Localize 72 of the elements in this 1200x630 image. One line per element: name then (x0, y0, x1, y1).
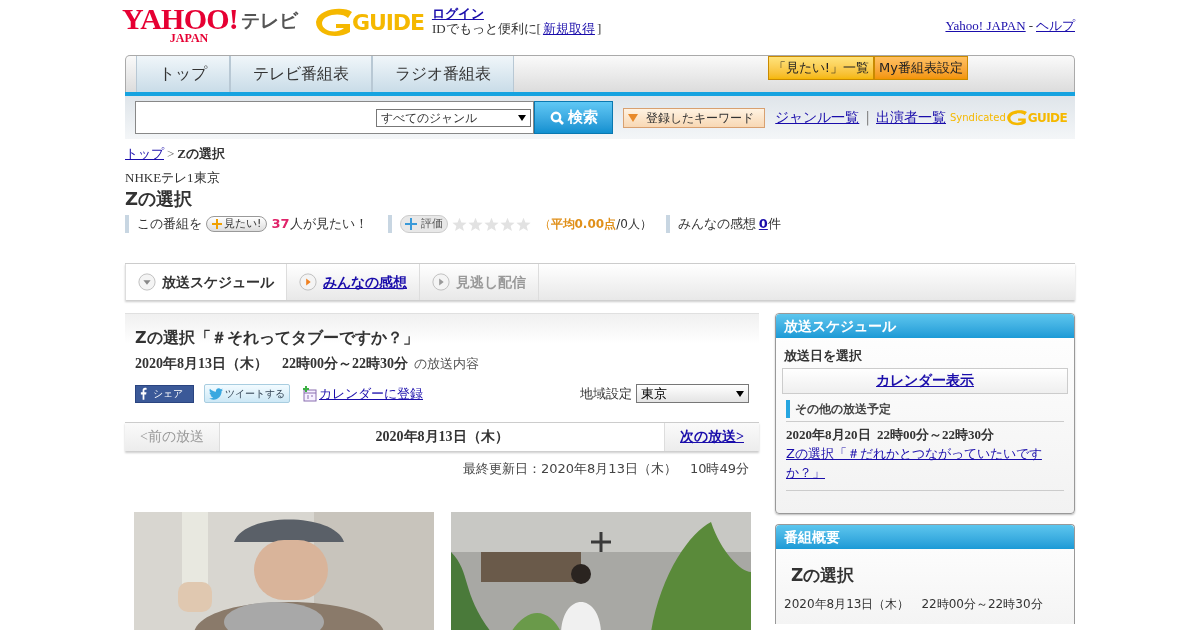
breadcrumb-link[interactable]: トップ (125, 144, 164, 164)
broadcast-datetime: 2020年8月20日 22時00分～22時30分 (786, 425, 995, 444)
nav-tab[interactable]: テレビ番組表 (230, 56, 372, 92)
logo-text: YAHOO! (121, 6, 239, 32)
channel-name: NHKEテレ1東京 (125, 168, 221, 187)
calendar-link[interactable]: カレンダーに登録 (319, 384, 423, 404)
dropdown-arrow-icon (628, 113, 639, 122)
content-tab[interactable]: 放送スケジュール (125, 264, 287, 300)
nav-tab[interactable]: トップ (136, 56, 230, 92)
pager-date: 2020年8月13日（木） (220, 422, 664, 451)
genre-select[interactable]: すべてのジャンル (376, 108, 532, 127)
other-broadcasts-label: その他の放送予定 (786, 399, 1064, 418)
panel-header: 番組概要 (776, 525, 1074, 549)
syndicated-text: Syndicated (950, 111, 1006, 125)
breadcrumb-current: Zの選択 (177, 145, 225, 163)
rating-count: /0人） (616, 216, 652, 233)
search-icon (549, 110, 564, 125)
summary-program-name: Zの選択 (790, 564, 856, 587)
select-date-label: 放送日を選択 (783, 347, 863, 365)
panel-header: 放送スケジュール (776, 314, 1074, 338)
guide-logo-text: GUIDE (1027, 109, 1067, 127)
calendar-icon (302, 385, 318, 402)
dropdown-arrow-icon (736, 390, 744, 397)
search-field[interactable]: すべてのジャンル (135, 101, 535, 134)
header-link[interactable]: ヘルプ (1036, 16, 1075, 36)
separator-text: - (1028, 17, 1033, 35)
nav-button[interactable]: My番組表設定 (874, 56, 968, 80)
login-note: IDでもっと便利に[ (431, 21, 541, 36)
summary-datetime: 2020年8月13日（木） 22時00分～22時30分 (783, 595, 1044, 613)
reviews-unit: 件 (767, 215, 781, 234)
datetime-suffix: の放送内容 (414, 354, 479, 373)
separator-text: | (865, 108, 870, 128)
want-button[interactable]: 見たい! (206, 216, 268, 232)
want-count: 37 (271, 215, 290, 234)
dropdown-arrow-icon (518, 114, 527, 121)
keyword-button[interactable]: 登録したキーワード (623, 107, 766, 128)
signup-link[interactable]: 新規取得 (542, 21, 595, 36)
guide-logo-text: GUIDE (352, 9, 424, 37)
rate-button[interactable]: 評価 (399, 215, 448, 233)
bracket-text: （ (538, 216, 551, 233)
header-link[interactable]: Yahoo! JAPAN (945, 16, 1026, 36)
play-icon (299, 273, 317, 291)
search-link[interactable]: ジャンル一覧 (775, 107, 860, 128)
tweet-button[interactable]: ツイートする (204, 384, 290, 404)
plus-icon (404, 218, 417, 230)
episode-title: Zの選択「＃それってタブーですか？」 (135, 327, 420, 349)
service-name: テレビ (241, 8, 298, 33)
share-button[interactable]: シェア (135, 384, 194, 403)
logo-subtext: JAPAN (169, 32, 209, 44)
region-select[interactable]: 東京 (636, 384, 749, 404)
nav-tab[interactable]: ラジオ番組表 (372, 56, 514, 92)
last-updated-text: 最終更新日：2020年8月13日（木） 10時49分 (463, 459, 749, 478)
next-link[interactable]: 次の放送> (664, 422, 759, 451)
bird-icon (209, 387, 223, 400)
breadcrumb-separator: > (167, 145, 175, 163)
reviews-label: みんなの感想 (677, 215, 756, 234)
want-label: この番組を (137, 215, 202, 234)
facebook-icon (140, 387, 147, 401)
episode-datetime: 2020年8月13日（木） 22時00分～22時30分 (135, 355, 408, 373)
broadcast-title-link[interactable]: Zの選択「＃だれかとつながっていたいですか？」 (786, 444, 1046, 482)
reviews-count-link[interactable]: 0 (758, 214, 768, 234)
bracket-text: ] (596, 21, 602, 36)
region-label: 地域設定 (580, 385, 632, 403)
plus-icon (212, 219, 222, 229)
play-icon (432, 273, 450, 291)
program-title: Zの選択 (125, 187, 194, 211)
want-text: 人が見たい！ (289, 215, 368, 234)
rating-average: 平均0.00点 (550, 216, 617, 233)
search-link[interactable]: 出演者一覧 (876, 107, 946, 128)
nav-button[interactable]: 「見たい!」一覧 (767, 56, 875, 80)
caret-down-icon (138, 273, 156, 291)
login-link[interactable]: ログイン (431, 6, 602, 21)
